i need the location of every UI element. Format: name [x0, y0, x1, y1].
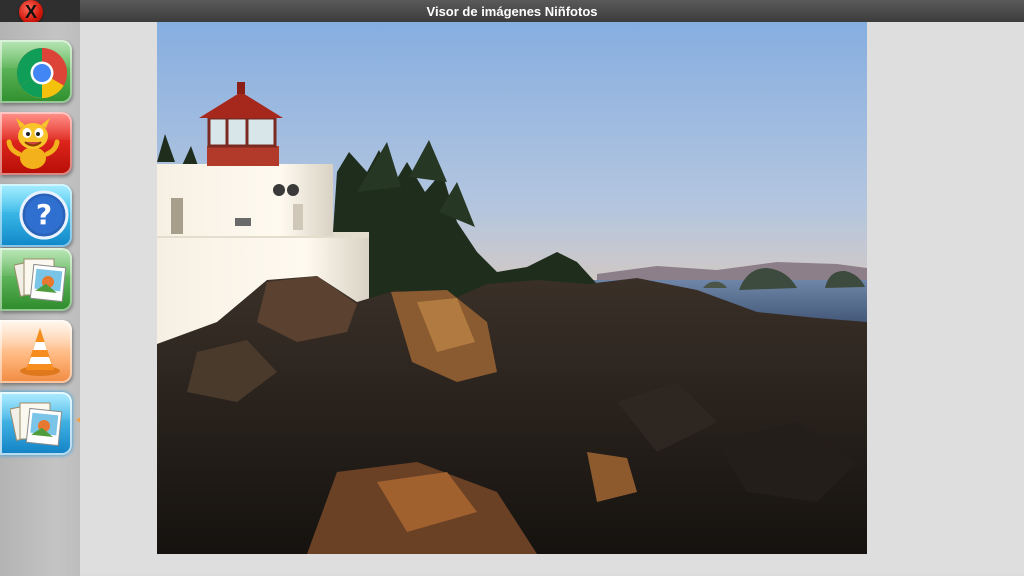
- launcher-item-image-viewer[interactable]: [0, 392, 72, 455]
- window-title: Visor de imágenes Niñfotos: [426, 4, 598, 19]
- displayed-image[interactable]: [157, 22, 867, 554]
- launcher-item-vlc[interactable]: [0, 320, 72, 383]
- launcher-item-photos[interactable]: [0, 248, 72, 311]
- launcher-item-game[interactable]: [0, 112, 72, 175]
- app-launcher-sidebar: ?: [0, 22, 80, 576]
- dragon-character-icon: [6, 118, 60, 169]
- title-bar: Visor de imágenes Niñfotos X: [0, 0, 1024, 24]
- launcher-item-help[interactable]: ?: [0, 184, 72, 247]
- close-button[interactable]: X: [19, 0, 43, 24]
- launcher-item-chrome[interactable]: [0, 40, 72, 103]
- svg-text:?: ?: [36, 198, 52, 231]
- vlc-cone-icon: [20, 328, 60, 376]
- photo-stack-icon: [14, 258, 67, 303]
- photo-stack-icon: [10, 402, 63, 447]
- chrome-icon: [16, 47, 68, 99]
- help-icon: ?: [19, 190, 69, 240]
